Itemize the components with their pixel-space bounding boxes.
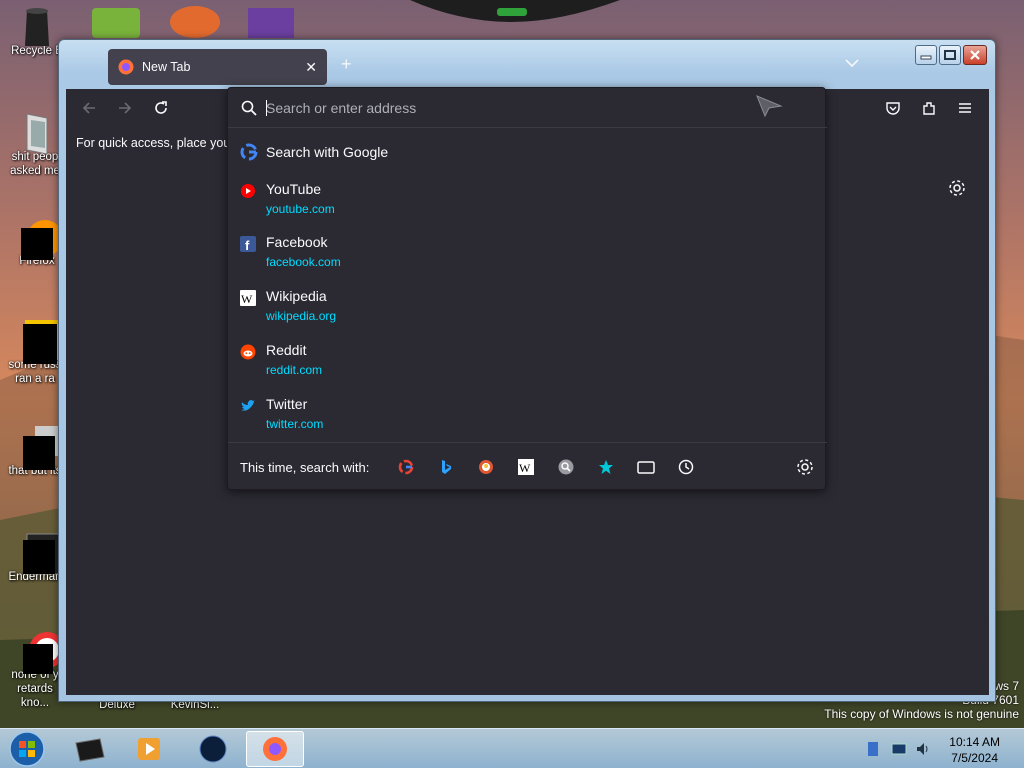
- suggestion-url[interactable]: facebook.com: [266, 255, 341, 269]
- svg-text:f: f: [245, 238, 250, 252]
- desktop-icon-folder[interactable]: shit peop asked me: [4, 112, 66, 178]
- twitter-icon: [240, 398, 256, 414]
- suggestion-wikipedia[interactable]: W Wikipedia wikipedia.org: [240, 284, 815, 328]
- tab-title: New Tab: [142, 60, 191, 74]
- svg-text:W: W: [241, 292, 253, 306]
- desktop-icon-partial[interactable]: [170, 6, 220, 38]
- suggestion-title: Reddit: [266, 342, 307, 358]
- url-input[interactable]: [266, 98, 746, 118]
- desktop-icon-partial[interactable]: [248, 8, 294, 38]
- svg-text:W: W: [519, 461, 531, 475]
- extensions-icon[interactable]: [918, 97, 940, 119]
- firefox-icon: [19, 216, 63, 260]
- tray-icon[interactable]: [866, 741, 880, 760]
- desktop-icon-label-line2: ran a ra: [15, 373, 55, 385]
- taskbar: 10:14 AM 7/5/2024: [0, 728, 1024, 768]
- maximize-icon[interactable]: [939, 45, 961, 65]
- bookmarks-icon[interactable]: [595, 456, 617, 478]
- urlbar[interactable]: [228, 88, 827, 128]
- pocket-icon[interactable]: [882, 97, 904, 119]
- facebook-icon: f: [240, 236, 256, 253]
- taskbar-app-icon[interactable]: [62, 731, 116, 767]
- desktop-icon-shortcut[interactable]: some russ ran a ra: [4, 320, 66, 386]
- suggestion-url[interactable]: reddit.com: [266, 363, 322, 377]
- document-icon: [17, 426, 61, 470]
- suggestion-title: Wikipedia: [266, 288, 327, 304]
- media-player-icon[interactable]: [122, 731, 176, 767]
- google-icon: [240, 143, 258, 161]
- suggestion-youtube[interactable]: YouTube youtube.com: [240, 177, 815, 221]
- clock-time: 10:14 AM: [949, 735, 1000, 749]
- tabs-icon[interactable]: [635, 456, 657, 478]
- search-icon: [241, 100, 257, 119]
- terminal-icon: [17, 532, 62, 575]
- search-engine-icon[interactable]: [555, 456, 577, 478]
- newtab-settings-icon[interactable]: [948, 179, 966, 200]
- suggestion-search-google[interactable]: Search with Google: [240, 140, 815, 170]
- firefox-taskbar-icon[interactable]: [246, 731, 304, 767]
- google-icon[interactable]: [395, 456, 417, 478]
- window-controls: [915, 45, 987, 65]
- suggestion-url[interactable]: youtube.com: [266, 202, 335, 216]
- suggestion-twitter[interactable]: Twitter twitter.com: [240, 392, 815, 436]
- bing-icon[interactable]: [435, 456, 457, 478]
- suggestion-url[interactable]: twitter.com: [266, 417, 323, 431]
- desktop-icon-shortcut[interactable]: Enderman: [4, 532, 66, 584]
- network-icon[interactable]: [891, 741, 907, 760]
- search-with-label: This time, search with:: [240, 460, 370, 475]
- search-shortcuts-bar: This time, search with: W: [228, 442, 827, 490]
- minimize-icon[interactable]: [915, 45, 937, 65]
- application-icon: [17, 630, 65, 674]
- suggestion-reddit[interactable]: Reddit reddit.com: [240, 338, 815, 382]
- youtube-icon: [240, 183, 256, 199]
- search-settings-icon[interactable]: [794, 456, 816, 478]
- wikipedia-icon[interactable]: W: [515, 456, 537, 478]
- taskbar-app-icon[interactable]: [186, 731, 240, 767]
- clock-date: 7/5/2024: [951, 751, 998, 765]
- suggestion-url[interactable]: wikipedia.org: [266, 309, 336, 323]
- tab-new-tab[interactable]: New Tab ✕: [108, 49, 327, 85]
- desktop-icon-partial[interactable]: [92, 8, 140, 38]
- desktop-icon-shortcut[interactable]: that but its: [4, 426, 66, 478]
- menu-icon[interactable]: [954, 97, 976, 119]
- watermark-line: This copy of Windows is not genuine: [824, 707, 1019, 721]
- suggestion-title: Search with Google: [266, 144, 389, 160]
- close-icon[interactable]: [963, 45, 987, 65]
- history-icon[interactable]: [675, 456, 697, 478]
- duckduckgo-icon[interactable]: [475, 456, 497, 478]
- reload-icon[interactable]: [150, 97, 172, 119]
- desktop-icon-label-line2: asked me: [10, 165, 60, 177]
- application-icon: [17, 320, 63, 364]
- suggestion-title: Twitter: [266, 396, 308, 412]
- folder-icon: [17, 112, 53, 155]
- close-tab-icon[interactable]: ✕: [305, 59, 317, 76]
- wikipedia-icon: W: [240, 290, 256, 306]
- forward-icon[interactable]: [114, 97, 136, 119]
- firefox-icon: [118, 59, 134, 75]
- mouse-pointer-icon: [755, 94, 783, 121]
- text-cursor: [266, 100, 267, 116]
- desktop-icon-label-line2: retards kno...: [17, 683, 53, 709]
- urlbar-dropdown: Search with Google YouTube youtube.com f…: [227, 87, 827, 490]
- suggestion-title: YouTube: [266, 181, 322, 197]
- new-tab-button[interactable]: +: [341, 54, 352, 75]
- volume-icon[interactable]: [915, 741, 931, 760]
- system-clock[interactable]: 10:14 AM 7/5/2024: [949, 734, 1000, 766]
- start-button[interactable]: [2, 731, 52, 767]
- suggestion-facebook[interactable]: f Facebook facebook.com: [240, 230, 815, 274]
- recycle-bin-icon: [19, 6, 55, 46]
- list-all-tabs-icon[interactable]: [845, 56, 859, 71]
- desktop-icon-shortcut[interactable]: none of y retards kno...: [4, 630, 66, 710]
- reddit-icon: [240, 344, 256, 360]
- back-icon[interactable]: [78, 97, 100, 119]
- suggestion-title: Facebook: [266, 234, 328, 250]
